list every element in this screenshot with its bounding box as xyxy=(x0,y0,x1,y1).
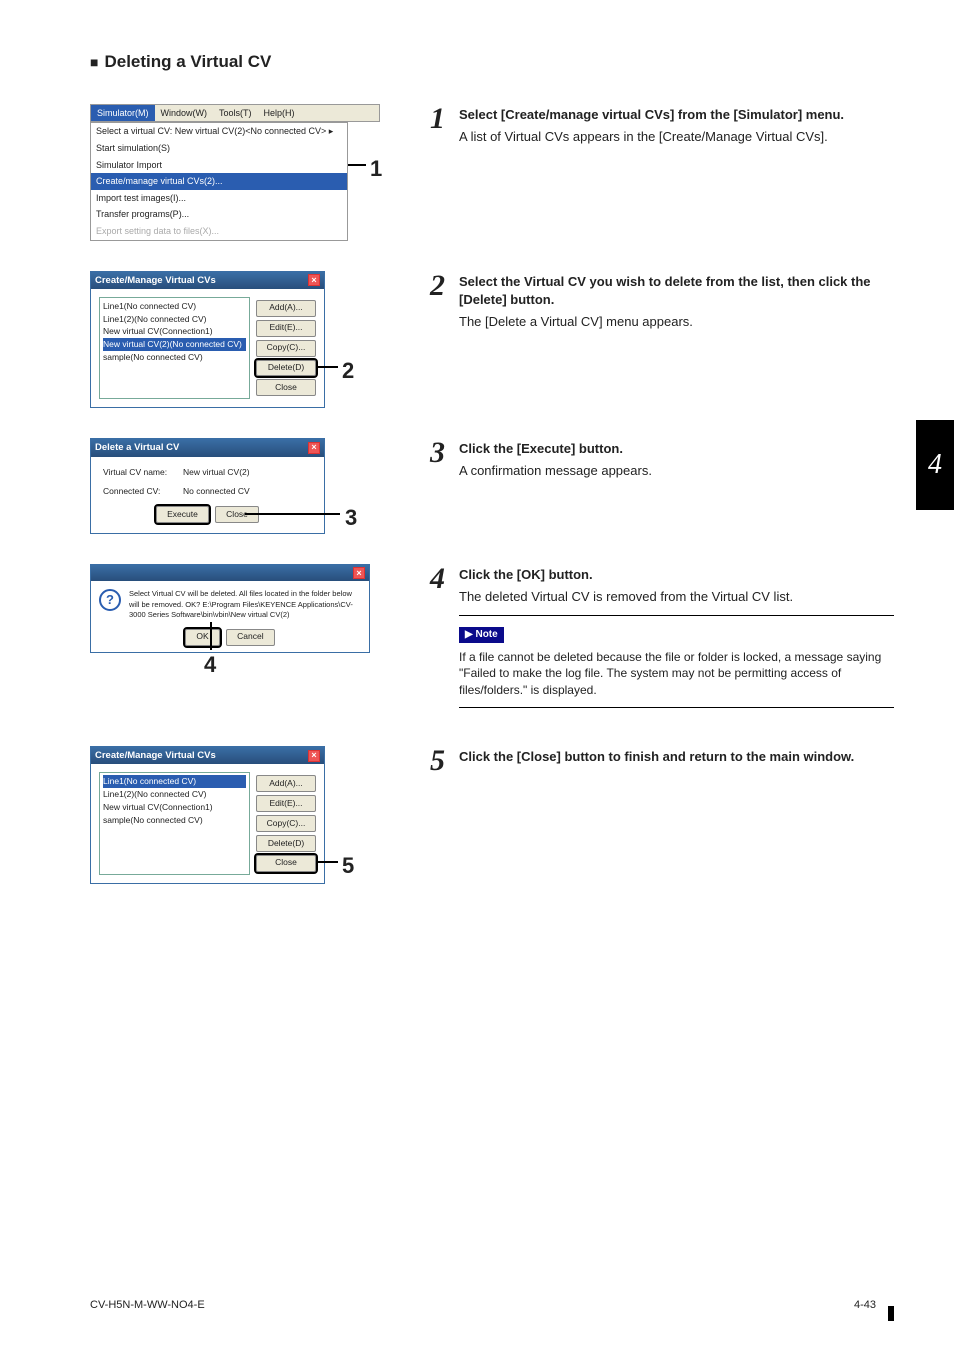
callout-4: 4 xyxy=(204,650,216,681)
step-4-body: The deleted Virtual CV is removed from t… xyxy=(459,588,894,606)
cancel-button[interactable]: Cancel xyxy=(226,629,274,646)
footer-left: CV-H5N-M-WW-NO4-E xyxy=(90,1298,205,1313)
menu-item[interactable]: Transfer programs(P)... xyxy=(91,206,347,223)
section-title: ■Deleting a Virtual CV xyxy=(90,50,894,74)
edit-button[interactable]: Edit(E)... xyxy=(256,795,316,812)
step-number-5: 5 xyxy=(430,746,445,776)
menu-tools[interactable]: Tools(T) xyxy=(213,105,258,122)
close-button[interactable]: Close xyxy=(256,855,316,872)
step-1-body: A list of Virtual CVs appears in the [Cr… xyxy=(459,128,894,146)
list-item-selected[interactable]: New virtual CV(2)(No connected CV) xyxy=(103,338,246,351)
edit-button[interactable]: Edit(E)... xyxy=(256,320,316,337)
step-3-body: A confirmation message appears. xyxy=(459,462,894,480)
step-3-title: Click the [Execute] button. xyxy=(459,440,894,458)
delete-button[interactable]: Delete(D) xyxy=(256,360,316,377)
menu-bar: Simulator(M) Window(W) Tools(T) Help(H) xyxy=(90,104,380,123)
confirm-message: Select Virtual CV will be deleted. All f… xyxy=(129,589,361,621)
page-corner-marker xyxy=(888,1301,894,1321)
menu-help[interactable]: Help(H) xyxy=(258,105,301,122)
menu-item-disabled: Export setting data to files(X)... xyxy=(91,223,347,240)
menu-window[interactable]: Window(W) xyxy=(155,105,214,122)
close-button[interactable]: Close xyxy=(256,379,316,396)
list-item[interactable]: Line1(No connected CV) xyxy=(103,300,246,313)
menu-item-create-manage[interactable]: Create/manage virtual CVs(2)... xyxy=(91,173,347,190)
list-item-selected[interactable]: Line1(No connected CV) xyxy=(103,775,246,788)
callout-1: 1 xyxy=(370,154,382,185)
menu-item[interactable]: Import test images(I)... xyxy=(91,190,347,207)
value: New virtual CV(2) xyxy=(183,467,250,479)
step-number-1: 1 xyxy=(430,104,445,146)
question-icon: ? xyxy=(99,589,121,611)
value: No connected CV xyxy=(183,486,250,498)
list-item[interactable]: Line1(2)(No connected CV) xyxy=(103,313,246,326)
virtual-cv-list-2[interactable]: Line1(No connected CV) Line1(2)(No conne… xyxy=(99,772,250,874)
label: Virtual CV name: xyxy=(103,467,183,479)
close-icon[interactable]: × xyxy=(308,442,320,454)
callout-3: 3 xyxy=(345,503,357,534)
delete-button[interactable]: Delete(D) xyxy=(256,835,316,852)
virtual-cv-list[interactable]: Line1(No connected CV) Line1(2)(No conne… xyxy=(99,297,250,399)
execute-button[interactable]: Execute xyxy=(156,506,209,523)
close-icon[interactable]: × xyxy=(308,274,320,286)
confirm-title: × xyxy=(91,565,369,581)
step-5-title: Click the [Close] button to finish and r… xyxy=(459,748,894,766)
list-item[interactable]: sample(No connected CV) xyxy=(103,814,246,827)
close-icon[interactable]: × xyxy=(308,750,320,762)
note-text: If a file cannot be deleted because the … xyxy=(459,649,894,699)
ok-button[interactable]: OK xyxy=(185,629,219,646)
step-2-body: The [Delete a Virtual CV] menu appears. xyxy=(459,313,894,331)
manage-window-title: Create/Manage Virtual CVs × xyxy=(91,272,324,289)
close-icon[interactable]: × xyxy=(353,567,365,579)
step-2-title: Select the Virtual CV you wish to delete… xyxy=(459,273,894,309)
list-item[interactable]: Line1(2)(No connected CV) xyxy=(103,788,246,801)
list-item[interactable]: New virtual CV(Connection1) xyxy=(103,801,246,814)
list-item[interactable]: sample(No connected CV) xyxy=(103,351,246,364)
footer-right: 4-43 xyxy=(854,1298,876,1313)
step-number-4: 4 xyxy=(430,564,445,716)
manage-window-title-2: Create/Manage Virtual CVs × xyxy=(91,747,324,764)
menu-simulator[interactable]: Simulator(M) xyxy=(91,105,155,122)
label: Connected CV: xyxy=(103,486,183,498)
menu-dropdown: Select a virtual CV: New virtual CV(2)<N… xyxy=(90,122,348,240)
step-number-2: 2 xyxy=(430,271,445,332)
copy-button[interactable]: Copy(C)... xyxy=(256,815,316,832)
step-1-title: Select [Create/manage virtual CVs] from … xyxy=(459,106,894,124)
step-4-title: Click the [OK] button. xyxy=(459,566,894,584)
add-button[interactable]: Add(A)... xyxy=(256,300,316,317)
note-label: ▶ Note xyxy=(459,627,504,643)
delete-window-title: Delete a Virtual CV × xyxy=(91,439,324,456)
list-item[interactable]: New virtual CV(Connection1) xyxy=(103,325,246,338)
copy-button[interactable]: Copy(C)... xyxy=(256,340,316,357)
callout-5: 5 xyxy=(342,851,354,882)
chapter-tab: 4 xyxy=(916,420,954,510)
menu-item[interactable]: Simulator Import xyxy=(91,157,347,174)
menu-item[interactable]: Start simulation(S) xyxy=(91,140,347,157)
step-number-3: 3 xyxy=(430,438,445,480)
add-button[interactable]: Add(A)... xyxy=(256,775,316,792)
menu-item[interactable]: Select a virtual CV: New virtual CV(2)<N… xyxy=(91,123,347,140)
callout-2: 2 xyxy=(342,356,354,387)
